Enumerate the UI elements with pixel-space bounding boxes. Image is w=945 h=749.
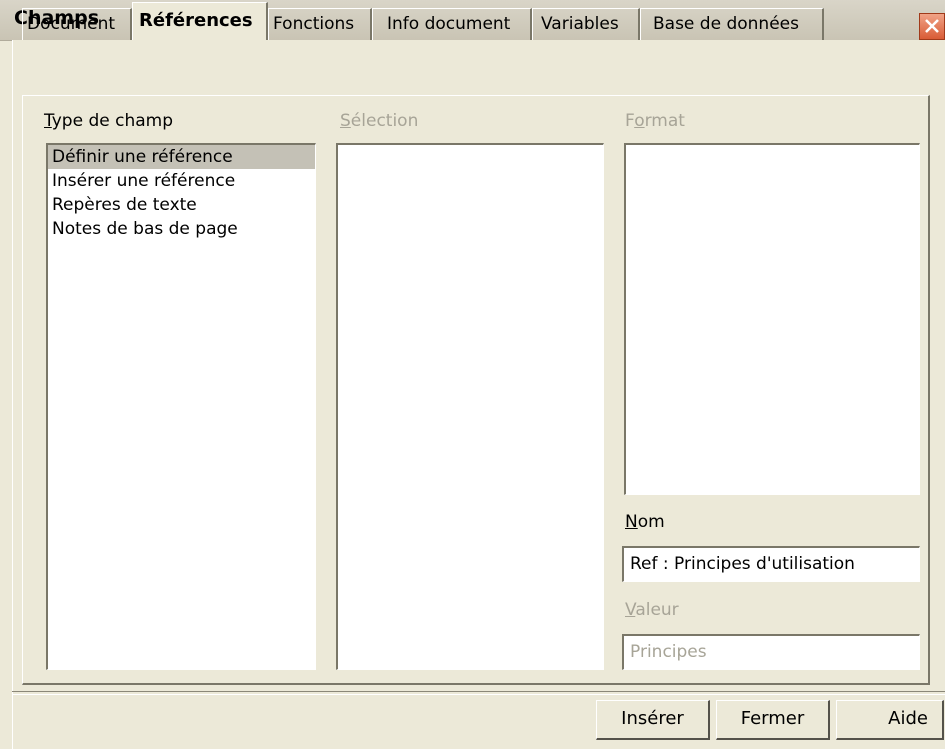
separator [12,691,945,695]
close-button[interactable]: Fermer [716,700,830,740]
tab-info-document[interactable]: Info document [372,8,532,40]
valeur-input[interactable]: Principes [622,634,920,670]
tab-variables[interactable]: Variables [532,8,640,40]
tab-references[interactable]: Références [132,2,268,40]
help-button[interactable]: Aide [836,700,944,740]
tab-document-label: Document [27,14,116,34]
selection-list[interactable] [336,143,604,670]
nom-input[interactable]: Ref : Principes d'utilisation [622,546,920,582]
list-item[interactable]: Définir une référence [48,145,315,169]
tab-variables-label: Variables [541,14,619,34]
tab-base-de-donnees[interactable]: Base de données [640,8,824,40]
list-item[interactable]: Repères de texte [48,193,315,217]
type-de-champ-list[interactable]: Définir une référence Insérer une référe… [46,143,316,670]
close-icon [925,19,939,33]
tab-info-document-label: Info document [387,14,511,34]
tab-fonctions[interactable]: Fonctions [268,8,372,40]
format-label: Format [625,111,685,131]
selection-label: Sélection [340,111,419,131]
list-item[interactable]: Notes de bas de page [48,217,315,241]
nom-label: Nom [625,512,665,532]
insert-button[interactable]: Insérer [596,700,710,740]
format-list[interactable] [624,143,920,495]
tab-fonctions-label: Fonctions [273,14,355,34]
close-window-button[interactable] [919,13,945,40]
tab-base-de-donnees-label: Base de données [653,14,799,34]
valeur-label: Valeur [625,600,679,620]
tab-references-label: Références [139,10,253,31]
list-item[interactable]: Insérer une référence [48,169,315,193]
type-de-champ-label: Type de champ [44,111,174,131]
tab-document[interactable]: Document [22,8,132,40]
